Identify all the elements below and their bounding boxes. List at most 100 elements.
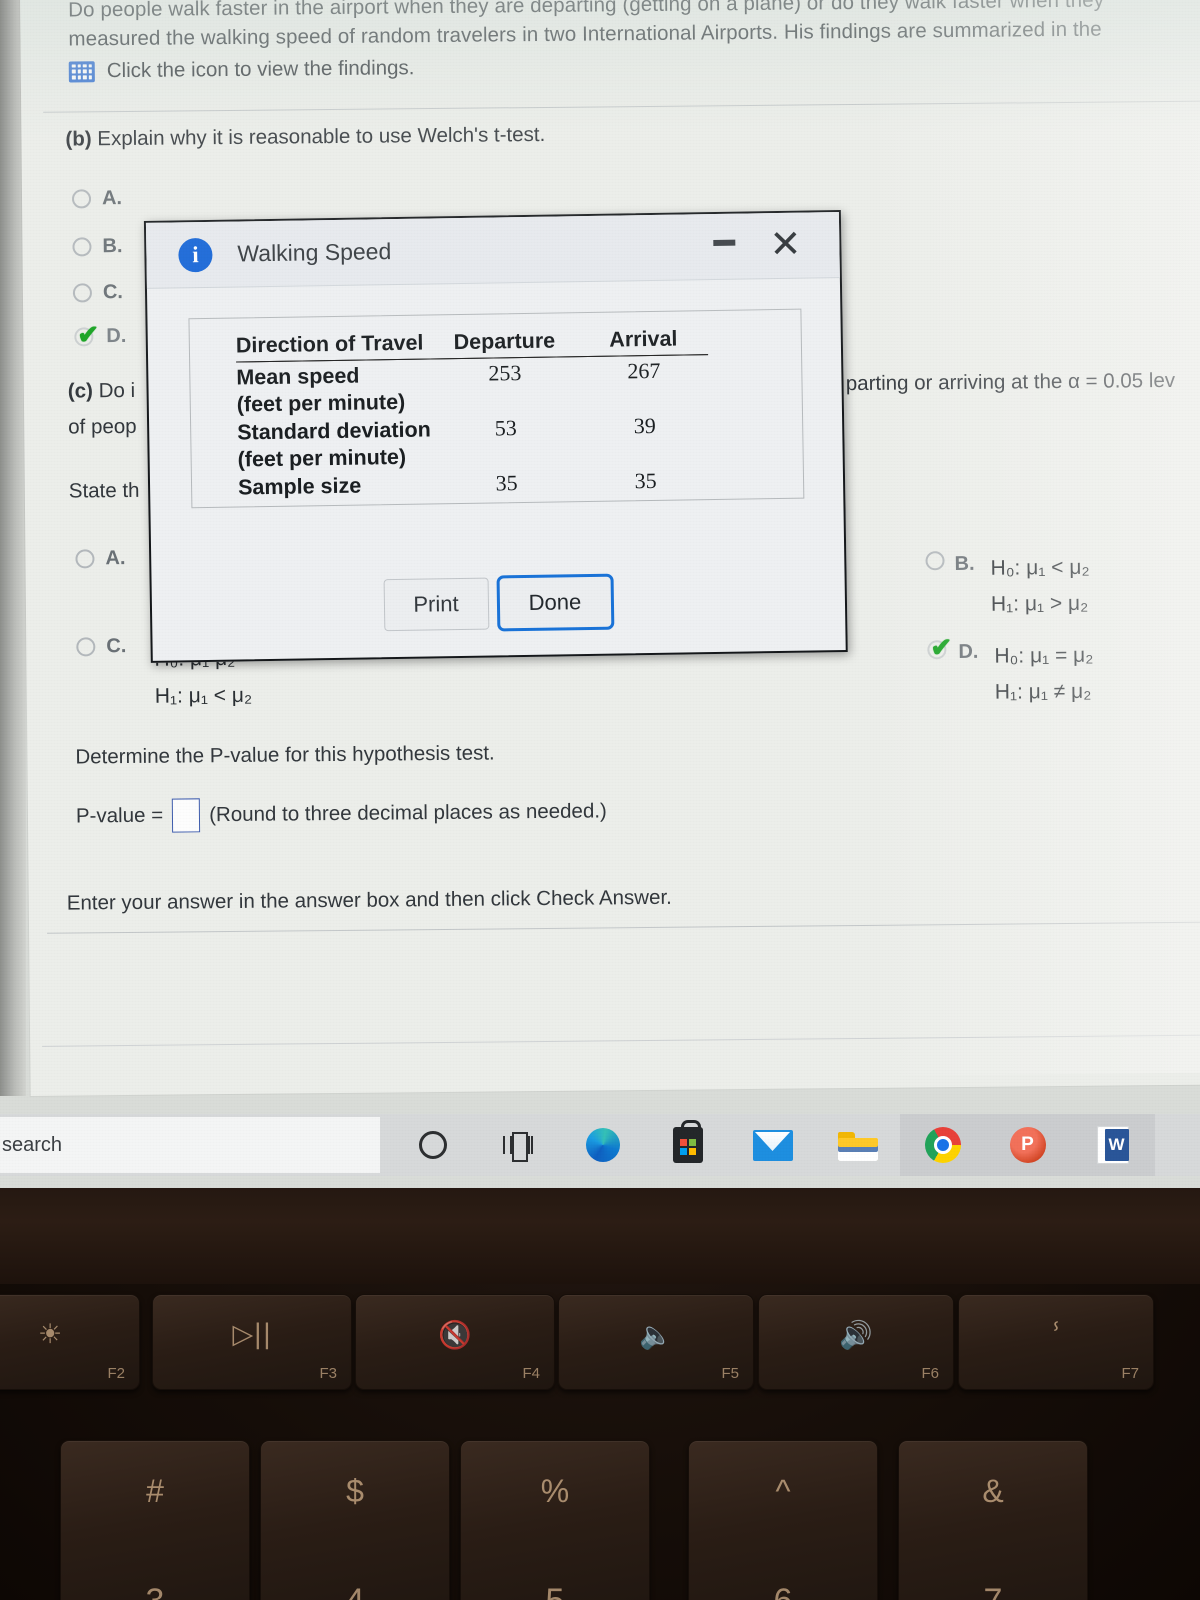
progress-bar-area: 1 part remaining Clear All xyxy=(29,936,1200,1048)
radio-icon[interactable] xyxy=(72,237,92,257)
option-b-a[interactable]: A. xyxy=(71,187,123,210)
radio-icon[interactable] xyxy=(76,637,96,657)
pvalue-input[interactable] xyxy=(171,798,201,833)
key-3[interactable]: #3 xyxy=(60,1440,250,1600)
play-pause-key[interactable]: ▷|| F3 xyxy=(152,1294,352,1390)
key-digit: 6 xyxy=(689,1582,877,1600)
volume-up-key[interactable]: 🔊 F6 xyxy=(758,1294,954,1390)
mail-icon[interactable] xyxy=(730,1114,815,1176)
pvalue-label: P-value = xyxy=(75,803,164,828)
search-input[interactable]: search xyxy=(0,1117,380,1173)
radio-icon[interactable] xyxy=(71,189,92,209)
powerpoint-icon[interactable]: P xyxy=(985,1114,1070,1176)
close-icon[interactable]: ✕ xyxy=(769,221,802,269)
question-stem: Do people walk faster in the airport whe… xyxy=(68,0,1200,54)
pvalue-prompt: Determine the P-value for this hypothesi… xyxy=(75,741,495,769)
microsoft-edge-icon[interactable] xyxy=(560,1114,645,1176)
key-fn-label: F6 xyxy=(921,1365,939,1382)
key-fn-label: F4 xyxy=(522,1365,540,1382)
state-hypotheses-line: State th xyxy=(68,478,140,503)
radio-checked-wrapper[interactable]: ✔ xyxy=(926,632,952,662)
part-b-text: Explain why it is reasonable to use Welc… xyxy=(97,122,546,151)
column-header-direction: Direction of Travel xyxy=(235,330,430,363)
radio-checked-wrapper[interactable]: ✔ xyxy=(73,319,99,349)
option-letter: A. xyxy=(101,187,123,210)
part-b-label: (b) xyxy=(65,127,92,151)
word-icon[interactable] xyxy=(1070,1114,1155,1176)
view-findings-link[interactable]: Click the icon to view the findings. xyxy=(68,56,415,83)
number-key-row: #3$4%5^6&7 xyxy=(0,1430,1200,1600)
taskbar-icons: P xyxy=(390,1114,1155,1176)
alt-hypothesis: H₁: μ₁ ≠ μ₂ xyxy=(994,679,1092,704)
divider-top xyxy=(43,100,1200,113)
part-c-line-2: of peop xyxy=(68,414,137,439)
column-header-departure: Departure xyxy=(429,328,580,359)
view-findings-label: Click the icon to view the findings. xyxy=(106,56,415,83)
part-c-text-right: parting or arriving at the α = 0.05 lev xyxy=(845,368,1176,396)
option-c-d[interactable]: ✔ D. H₀: μ₁ = μ₂ H₁: μ₁ ≠ μ₂ xyxy=(926,632,1094,712)
cell-blank xyxy=(431,440,581,469)
radio-icon[interactable] xyxy=(925,551,945,571)
pvalue-row: P-value = (Round to three decimal places… xyxy=(76,794,607,833)
dialog-body: Direction of Travel Departure Arrival Me… xyxy=(147,278,846,663)
option-c-a[interactable]: A. xyxy=(75,547,126,570)
radio-icon[interactable] xyxy=(72,283,93,303)
option-letter: A. xyxy=(105,547,126,570)
brightness-key[interactable]: ☀ F2 xyxy=(0,1294,140,1390)
info-icon: i xyxy=(178,237,213,272)
check-mark-icon: ✔ xyxy=(77,318,100,349)
print-button[interactable]: Print xyxy=(383,577,489,632)
option-b-d[interactable]: ✔ D. xyxy=(73,319,127,349)
key-glyph: ☀ xyxy=(37,1319,63,1351)
submit-instruction: Enter your answer in the answer box and … xyxy=(66,885,672,915)
option-letter: D. xyxy=(106,324,127,348)
cortana-icon[interactable] xyxy=(390,1114,475,1176)
cell-blank xyxy=(581,438,709,467)
google-chrome-icon[interactable] xyxy=(900,1114,985,1176)
row-label: Standard deviation xyxy=(237,416,431,445)
dialog-buttons: Print Done xyxy=(152,570,846,637)
pvalue-hint: (Round to three decimal places as needed… xyxy=(209,799,607,827)
key-7[interactable]: &7 xyxy=(898,1440,1088,1600)
cell-departure: 53 xyxy=(494,415,517,441)
key-glyph: 🔇 xyxy=(438,1320,472,1352)
key-fn-label: F5 xyxy=(721,1365,739,1382)
option-c-d-hypotheses: H₀: μ₁ = μ₂ H₁: μ₁ ≠ μ₂ xyxy=(994,638,1094,711)
key-shift-glyph: # xyxy=(146,1473,164,1510)
minimize-icon[interactable] xyxy=(713,239,736,247)
dialog-title-bar: i Walking Speed ✕ xyxy=(145,212,840,289)
key-4[interactable]: $4 xyxy=(260,1440,450,1600)
walking-speed-dialog[interactable]: i Walking Speed ✕ Direction of Travel De… xyxy=(143,210,848,663)
keyboard-backlight-key[interactable]: ⸯ F7 xyxy=(958,1294,1154,1390)
file-explorer-icon[interactable] xyxy=(815,1114,900,1176)
radio-icon[interactable] xyxy=(75,549,95,569)
key-digit: 7 xyxy=(899,1582,1087,1600)
table-icon[interactable] xyxy=(68,60,95,83)
cell-blank xyxy=(430,385,580,414)
laptop-keyboard: ☀F2▷||F3 🔇 F4 🔈 F5 🔊F6ⸯF7 #3$4%5^6&7 xyxy=(0,1188,1200,1600)
option-letter: B. xyxy=(102,235,123,258)
option-b-c[interactable]: C. xyxy=(72,281,123,304)
key-glyph: 🔈 xyxy=(639,1320,673,1352)
option-c-c[interactable]: C. xyxy=(76,635,126,658)
microsoft-store-icon[interactable] xyxy=(645,1114,730,1176)
option-letter: C. xyxy=(106,635,127,658)
option-b-b[interactable]: B. xyxy=(72,235,123,258)
option-c-b[interactable]: B. H₀: μ₁ < μ₂ H₁: μ₁ > μ₂ xyxy=(925,550,1090,624)
row-unit: (feet per minute) xyxy=(236,389,406,417)
null-hypothesis: H₀: μ₁ < μ₂ xyxy=(990,555,1090,580)
key-5[interactable]: %5 xyxy=(460,1440,650,1600)
column-header-arrival: Arrival xyxy=(579,326,708,357)
task-view-icon[interactable] xyxy=(475,1114,560,1176)
mute-key[interactable]: 🔇 F4 xyxy=(355,1294,555,1390)
done-button[interactable]: Done xyxy=(496,573,614,632)
cell-departure: 253 xyxy=(488,360,522,386)
cell-arrival: 35 xyxy=(634,467,657,494)
key-glyph: ▷|| xyxy=(232,1319,272,1351)
key-6[interactable]: ^6 xyxy=(688,1440,878,1600)
option-c-c-alt-hypothesis: H₁: μ₁ < μ₂ xyxy=(154,683,253,708)
cell-arrival: 267 xyxy=(627,357,661,384)
option-letter: B. xyxy=(954,552,975,576)
volume-down-key[interactable]: 🔈 F5 xyxy=(558,1294,754,1390)
dialog-title: Walking Speed xyxy=(237,238,392,267)
